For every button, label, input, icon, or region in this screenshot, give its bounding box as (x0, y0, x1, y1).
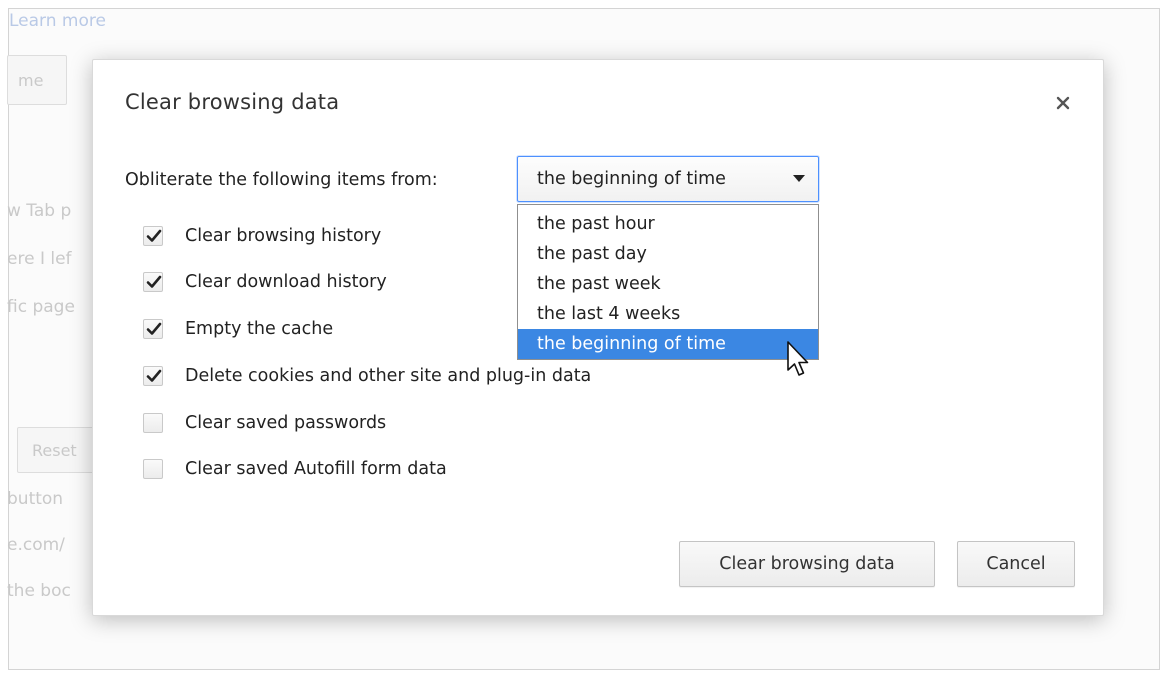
checkbox-row-delete-cookies[interactable]: Delete cookies and other site and plug-i… (143, 362, 591, 390)
cancel-button[interactable]: Cancel (957, 541, 1075, 587)
chevron-down-icon (793, 175, 805, 182)
autofill-data-checkbox[interactable] (143, 459, 163, 479)
checkbox-label: Clear saved passwords (185, 413, 387, 433)
option-beginning-of-time[interactable]: the beginning of time (518, 329, 818, 359)
check-icon (146, 229, 162, 242)
close-button[interactable] (1053, 93, 1073, 113)
reset-button-label: Reset (32, 440, 77, 460)
download-history-checkbox[interactable] (143, 272, 163, 292)
background-text: w Tab p (7, 201, 72, 221)
background-button-label: me (18, 70, 44, 90)
reset-button[interactable]: Reset (17, 427, 97, 473)
close-icon (1056, 96, 1070, 110)
select-value: the beginning of time (537, 169, 726, 189)
checkbox-label: Clear browsing history (185, 226, 382, 246)
delete-cookies-checkbox[interactable] (143, 366, 163, 386)
learn-more-link[interactable]: Learn more (9, 11, 106, 31)
checkbox-row-autofill-data[interactable]: Clear saved Autofill form data (143, 455, 447, 483)
time-range-select[interactable]: the beginning of time (517, 156, 819, 202)
option-past-hour[interactable]: the past hour (518, 209, 818, 239)
check-icon (146, 322, 162, 335)
check-icon (146, 275, 162, 288)
checkbox-row-saved-passwords[interactable]: Clear saved passwords (143, 409, 386, 437)
checkbox-label: Empty the cache (185, 319, 334, 339)
background-text: the boc (7, 581, 71, 601)
option-past-day[interactable]: the past day (518, 239, 818, 269)
clear-browsing-data-dialog: Clear browsing data Obliterate the follo… (92, 59, 1104, 616)
dialog-title: Clear browsing data (125, 90, 340, 114)
empty-cache-checkbox[interactable] (143, 319, 163, 339)
cancel-button-label: Cancel (986, 554, 1046, 574)
checkbox-row-empty-cache[interactable]: Empty the cache (143, 315, 333, 343)
clear-browsing-data-button[interactable]: Clear browsing data (679, 541, 935, 587)
option-past-week[interactable]: the past week (518, 269, 818, 299)
checkbox-label: Clear saved Autofill form data (185, 459, 447, 479)
checkbox-label: Clear download history (185, 272, 387, 292)
checkbox-row-download-history[interactable]: Clear download history (143, 268, 387, 296)
saved-passwords-checkbox[interactable] (143, 413, 163, 433)
background-text: ere I lef (7, 249, 72, 269)
checkbox-row-browsing-history[interactable]: Clear browsing history (143, 222, 381, 250)
clear-browsing-data-button-label: Clear browsing data (719, 554, 895, 574)
browsing-history-checkbox[interactable] (143, 226, 163, 246)
background-text: fic page (7, 297, 75, 317)
check-icon (146, 369, 162, 382)
option-last-4-weeks[interactable]: the last 4 weeks (518, 299, 818, 329)
background-text: button (7, 489, 64, 509)
background-button[interactable]: me (7, 55, 67, 105)
time-range-label: Obliterate the following items from: (125, 170, 438, 190)
background-text: e.com/ (7, 535, 65, 555)
checkbox-label: Delete cookies and other site and plug-i… (185, 366, 592, 386)
mouse-pointer-icon (787, 341, 809, 376)
time-range-dropdown: the past hour the past day the past week… (517, 204, 819, 360)
